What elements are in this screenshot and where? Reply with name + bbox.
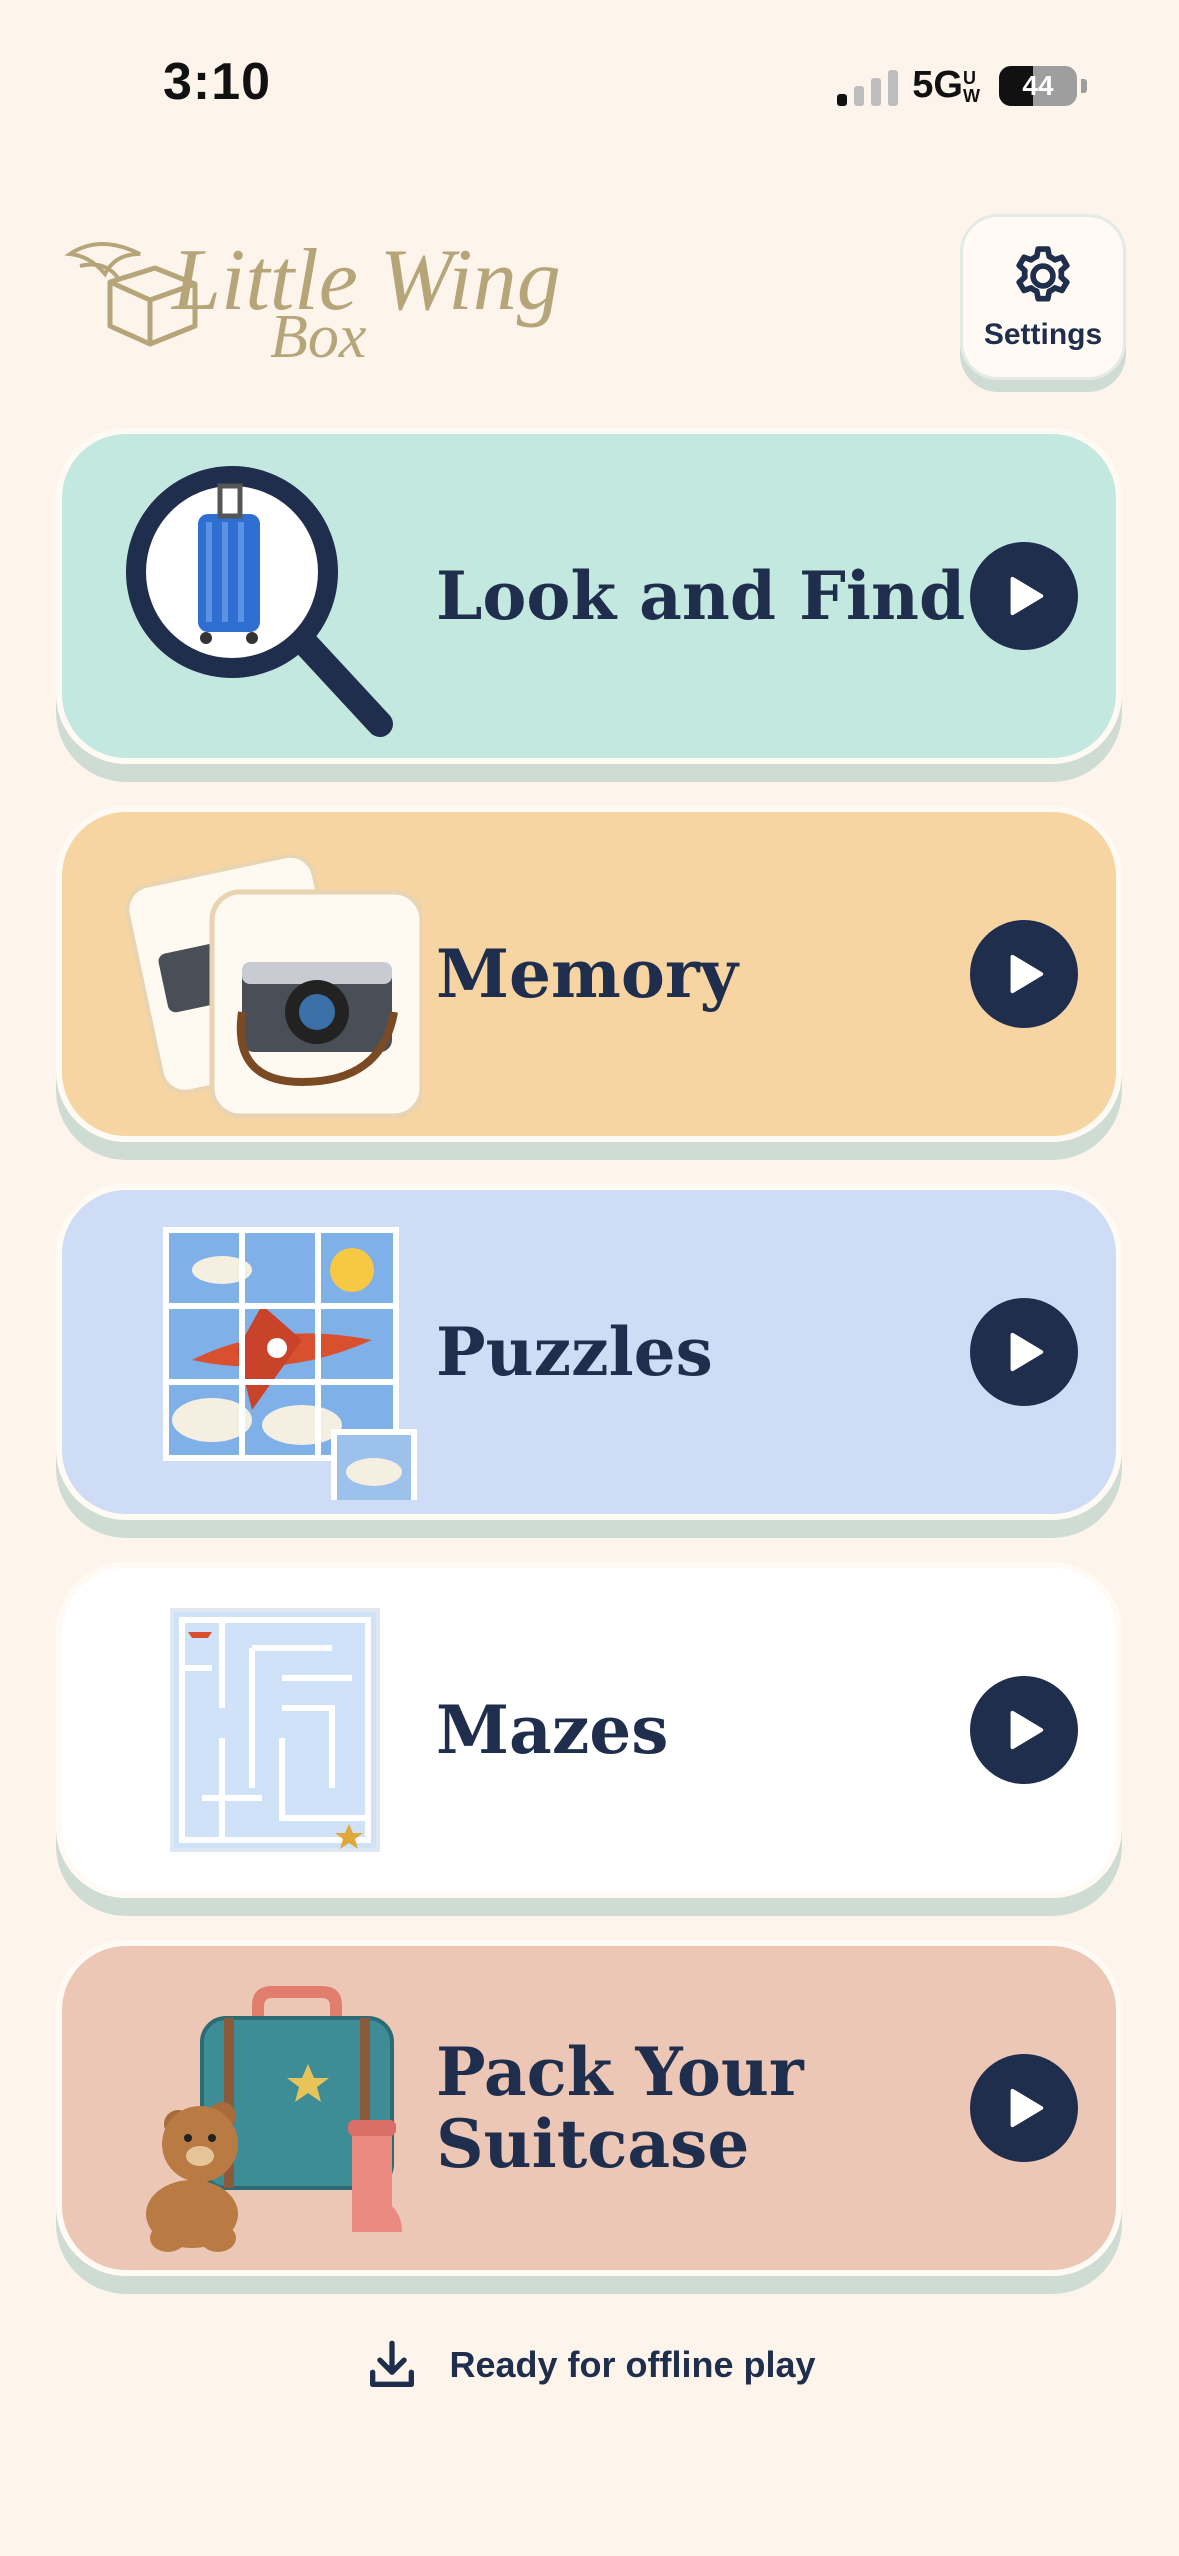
play-icon (1010, 954, 1044, 994)
network-label: 5GUW (912, 64, 980, 106)
card-title: Mazes (436, 1691, 669, 1769)
magnifier-suitcase-icon (126, 466, 393, 737)
download-icon (370, 2340, 415, 2387)
game-card-look-and-find[interactable]: Look and Find (56, 428, 1122, 764)
card-title: Puzzles (436, 1313, 713, 1391)
memory-cards-camera-icon (125, 853, 422, 1119)
play-icon (1010, 2088, 1044, 2128)
settings-button[interactable]: Settings (960, 214, 1126, 380)
signal-icon (837, 66, 899, 106)
game-card-mazes[interactable]: Mazes (56, 1562, 1122, 1898)
maze-icon (170, 1608, 380, 1852)
play-button[interactable] (970, 1676, 1078, 1784)
battery-icon: 44 (999, 65, 1077, 106)
card-title-line1: Pack Your (436, 2033, 804, 2111)
play-button[interactable] (970, 1298, 1078, 1406)
puzzle-airplane-icon (163, 1227, 417, 1500)
play-button[interactable] (970, 920, 1078, 1028)
play-button[interactable] (970, 542, 1078, 650)
gear-icon (1016, 246, 1070, 302)
app-logo: Little Wing Box (60, 220, 561, 380)
play-icon (1010, 1710, 1044, 1750)
offline-status: Ready for offline play (0, 2336, 1179, 2394)
card-title: Memory (436, 935, 739, 1013)
battery-level: 44 (1022, 69, 1054, 101)
play-button[interactable] (970, 2054, 1078, 2162)
card-title: Pack Your Suitcase (436, 2036, 876, 2180)
card-title-line2: Suitcase (436, 2105, 750, 2183)
logo-text-box: Box (270, 303, 367, 371)
suitcase-teddy-icon (146, 1986, 402, 2252)
offline-status-text: Ready for offline play (449, 2344, 816, 2385)
play-icon (1010, 576, 1044, 616)
status-indicators: 5GUW 44 (837, 64, 1087, 107)
settings-label: Settings (983, 318, 1103, 351)
game-card-puzzles[interactable]: Puzzles (56, 1184, 1122, 1520)
game-card-pack-your-suitcase[interactable]: Pack Your Suitcase (56, 1940, 1122, 2276)
play-icon (1010, 1332, 1044, 1372)
card-title: Look and Find (436, 557, 966, 635)
game-card-memory[interactable]: Memory (56, 806, 1122, 1142)
status-time: 3:10 (163, 53, 272, 111)
